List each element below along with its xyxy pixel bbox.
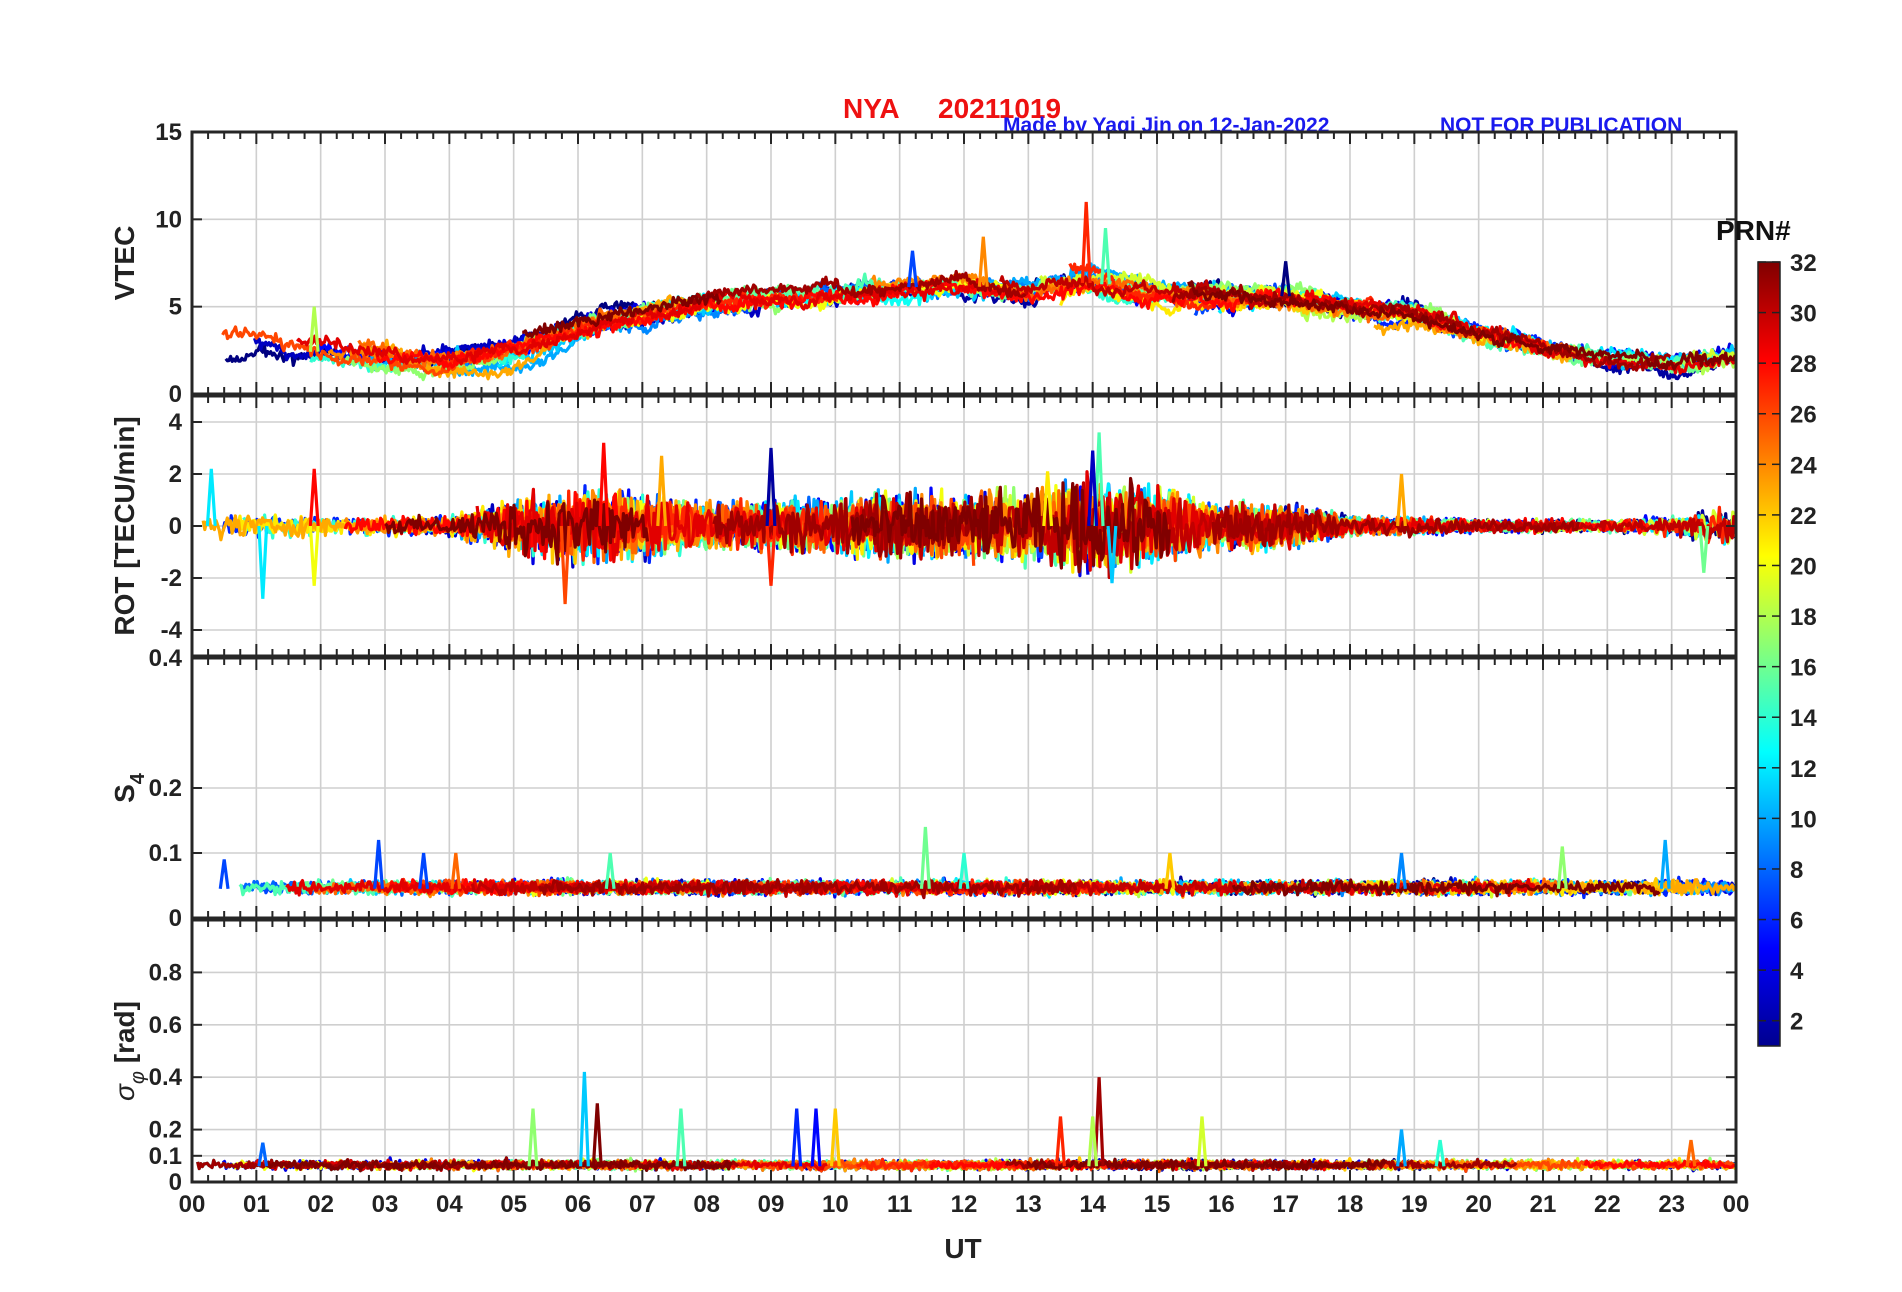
x-tick-label: 07: [629, 1191, 656, 1218]
x-axis-ticks: 00 01 02 03 04 05 06 07 08 09 10 11 12 13 14 15 16 17 18 19…: [179, 1191, 1750, 1218]
panel-rot: -4 -2 0 2 4 ROT [TECU/min]: [109, 394, 1738, 658]
colorbar-tick-label: 10: [1790, 806, 1817, 833]
y-tick-label: 0.8: [149, 959, 182, 986]
y-tick-label: 0.1: [149, 1143, 182, 1170]
y-axis-label: VTEC: [109, 226, 140, 301]
figure-title: NYA 20211019 Made by Yaqi Jin on 12-Jan-…: [843, 93, 1682, 137]
x-tick-label: 20: [1465, 1191, 1492, 1218]
y-tick-label: 0.6: [149, 1012, 182, 1039]
x-tick-label: 03: [372, 1191, 399, 1218]
x-tick-label: 16: [1208, 1191, 1235, 1218]
colorbar-tick-label: 22: [1790, 503, 1817, 530]
x-tick-label: 09: [758, 1191, 785, 1218]
colorbar-tick-label: 24: [1790, 452, 1817, 479]
x-tick-label: 18: [1337, 1191, 1364, 1218]
x-tick-label: 11: [887, 1191, 912, 1218]
y-tick-label: 10: [155, 206, 182, 233]
y-tick-label: 0: [169, 513, 182, 540]
x-axis-label: UT: [944, 1233, 981, 1264]
y-tick-label: 0.2: [149, 1117, 182, 1144]
y-tick-label: 0: [169, 381, 182, 408]
x-tick-label: 14: [1079, 1191, 1106, 1218]
y-tick-label: 0.2: [149, 775, 182, 802]
x-tick-label: 21: [1530, 1191, 1557, 1218]
x-tick-label: 08: [693, 1191, 720, 1218]
panel-vtec: 0 5 10 15 VTEC: [109, 119, 1738, 408]
colorbar-tick-label: 18: [1790, 604, 1817, 631]
colorbar-tick-label: 16: [1790, 655, 1817, 682]
y-tick-label: 5: [169, 294, 182, 321]
y-tick-label: 4: [169, 409, 183, 436]
panel-sigma_phi: 00.10.20.40.60.8σφ [rad]: [109, 918, 1738, 1196]
x-tick-label: 12: [951, 1191, 978, 1218]
colorbar-tick-label: 32: [1790, 250, 1817, 277]
scintillation-figure: NYA 20211019 Made by Yaqi Jin on 12-Jan-…: [109, 93, 1817, 1264]
x-tick-label: 00: [1723, 1191, 1750, 1218]
y-tick-label: 15: [155, 119, 182, 146]
panels: 051015VTEC-4-2024ROT [TECU/min]00.10.20.…: [109, 119, 1738, 1196]
x-tick-label: 22: [1594, 1191, 1621, 1218]
colorbar-tick-label: 8: [1790, 857, 1803, 884]
colorbar-tick-label: 26: [1790, 402, 1817, 429]
y-axis-label: S4: [109, 772, 149, 803]
x-tick-label: 10: [822, 1191, 849, 1218]
x-tick-label: 01: [243, 1191, 270, 1218]
colorbar-tick-label: 6: [1790, 908, 1803, 935]
colorbar-tick-label: 12: [1790, 756, 1817, 783]
x-tick-label: 17: [1272, 1191, 1299, 1218]
x-tick-label: 06: [565, 1191, 592, 1218]
station-title: NYA: [843, 93, 900, 124]
y-axis-label: ROT [TECU/min]: [109, 416, 140, 635]
y-tick-label: 0.4: [149, 1064, 183, 1091]
x-tick-label: 05: [500, 1191, 527, 1218]
y-tick-label: -2: [161, 565, 182, 592]
y-tick-label: 0: [169, 905, 182, 932]
x-tick-label: 19: [1401, 1191, 1428, 1218]
y-tick-label: -4: [161, 617, 183, 644]
colorbar-tick-label: 14: [1790, 705, 1817, 732]
y-axis-label: σφ [rad]: [109, 1001, 149, 1101]
colorbar-tick-label: 4: [1790, 958, 1804, 985]
x-tick-label: 04: [436, 1191, 463, 1218]
y-tick-label: 0.4: [149, 645, 183, 672]
panel-s4: 0 0.1 0.2 0.4 S4: [109, 645, 1738, 932]
x-tick-label: 02: [307, 1191, 334, 1218]
colorbar-title: PRN#: [1716, 215, 1791, 246]
colorbar-gradient: [1757, 261, 1781, 1047]
y-tick-label: 2: [169, 461, 182, 488]
x-tick-label: 13: [1015, 1191, 1042, 1218]
x-tick-label: 00: [179, 1191, 206, 1218]
y-tick-label: 0.1: [149, 840, 182, 867]
colorbar-tick-label: 30: [1790, 301, 1817, 328]
x-tick-label: 23: [1658, 1191, 1685, 1218]
colorbar-tick-label: 2: [1790, 1009, 1803, 1036]
colorbar-tick-label: 20: [1790, 553, 1817, 580]
x-tick-label: 15: [1144, 1191, 1171, 1218]
colorbar-tick-label: 28: [1790, 351, 1817, 378]
